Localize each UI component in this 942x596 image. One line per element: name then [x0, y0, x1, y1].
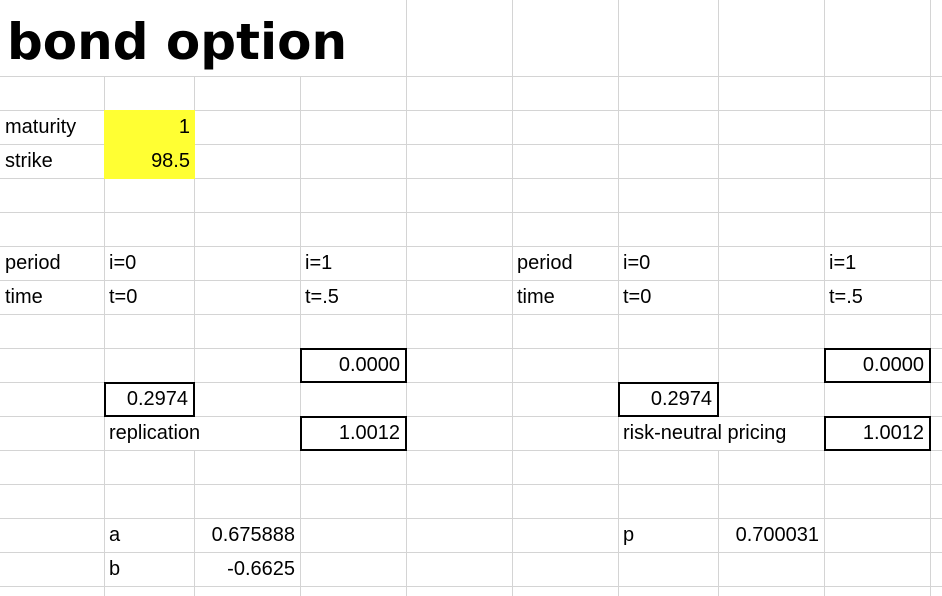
rn-period-i1[interactable]: i=1 — [824, 246, 930, 280]
rn-down-node[interactable]: 1.0012 — [824, 416, 931, 451]
maturity-label[interactable]: maturity — [0, 110, 104, 144]
strike-value[interactable]: 98.5 — [104, 144, 195, 178]
rn-up-node[interactable]: 0.0000 — [824, 348, 931, 383]
gridline — [0, 484, 942, 485]
param-p-label[interactable]: p — [618, 518, 718, 552]
param-a-label[interactable]: a — [104, 518, 194, 552]
param-b-value[interactable]: -0.6625 — [194, 552, 300, 586]
rn-period-label[interactable]: period — [512, 246, 618, 280]
gridline — [194, 0, 195, 596]
time-t0[interactable]: t=0 — [104, 280, 194, 314]
time-t1[interactable]: t=.5 — [300, 280, 406, 314]
rn-time-t1[interactable]: t=.5 — [824, 280, 930, 314]
gridline — [0, 314, 942, 315]
maturity-value[interactable]: 1 — [104, 110, 195, 144]
rn-period-i0[interactable]: i=0 — [618, 246, 718, 280]
replication-up-node[interactable]: 0.0000 — [300, 348, 407, 383]
gridline — [0, 586, 942, 587]
param-p-value[interactable]: 0.700031 — [718, 518, 824, 552]
rn-root-node[interactable]: 0.2974 — [618, 382, 719, 417]
period-i1[interactable]: i=1 — [300, 246, 406, 280]
rn-time-t0[interactable]: t=0 — [618, 280, 718, 314]
time-label[interactable]: time — [0, 280, 104, 314]
replication-down-node[interactable]: 1.0012 — [300, 416, 407, 451]
param-a-value[interactable]: 0.675888 — [194, 518, 300, 552]
strike-label[interactable]: strike — [0, 144, 104, 178]
period-label[interactable]: period — [0, 246, 104, 280]
sheet-title: bond option — [7, 13, 348, 71]
gridline — [406, 0, 407, 596]
spreadsheet-grid[interactable]: bond option maturity 1 strike 98.5 perio… — [0, 0, 942, 596]
replication-label[interactable]: replication — [104, 416, 300, 450]
gridline — [0, 450, 942, 451]
gridline — [930, 0, 931, 596]
param-b-label[interactable]: b — [104, 552, 194, 586]
gridline — [0, 212, 942, 213]
gridline — [0, 76, 942, 77]
gridline — [0, 348, 942, 349]
rn-label[interactable]: risk-neutral pricing — [618, 416, 824, 450]
period-i0[interactable]: i=0 — [104, 246, 194, 280]
rn-time-label[interactable]: time — [512, 280, 618, 314]
replication-root-node[interactable]: 0.2974 — [104, 382, 195, 417]
gridline — [718, 0, 719, 596]
